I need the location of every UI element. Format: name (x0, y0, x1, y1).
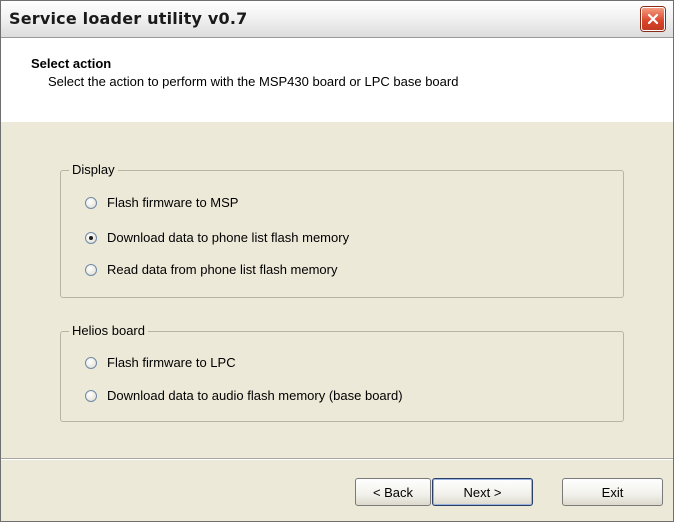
helios-group-legend: Helios board (69, 323, 148, 338)
radio-flash-firmware-lpc[interactable]: Flash firmware to LPC (85, 355, 236, 370)
display-group: Display Flash firmware to MSP Download d… (60, 162, 624, 298)
radio-label: Download data to phone list flash memory (107, 230, 350, 245)
footer-divider (1, 458, 673, 460)
header-subtitle: Select the action to perform with the MS… (48, 74, 459, 89)
radio-button[interactable] (85, 356, 97, 369)
display-group-legend: Display (69, 162, 118, 177)
radio-download-phone-list[interactable]: Download data to phone list flash memory (85, 230, 349, 245)
radio-label: Flash firmware to LPC (107, 355, 236, 370)
exit-button[interactable]: Exit (562, 478, 663, 506)
radio-flash-firmware-msp[interactable]: Flash firmware to MSP (85, 195, 238, 210)
title-bar[interactable]: Service loader utility v0.7 (1, 1, 673, 38)
radio-label: Download data to audio flash memory (bas… (107, 388, 403, 403)
radio-read-phone-list[interactable]: Read data from phone list flash memory (85, 262, 338, 277)
window-title: Service loader utility v0.7 (9, 9, 248, 28)
header-title: Select action (31, 56, 112, 71)
radio-download-audio-flash[interactable]: Download data to audio flash memory (bas… (85, 388, 403, 403)
dialog-window: Service loader utility v0.7 Select actio… (0, 0, 674, 522)
close-button[interactable] (641, 7, 665, 31)
radio-button-selected[interactable] (85, 231, 97, 244)
radio-label: Read data from phone list flash memory (107, 262, 338, 277)
radio-button[interactable] (85, 263, 97, 276)
close-icon (647, 13, 659, 25)
back-button[interactable]: < Back (355, 478, 431, 506)
wizard-header: Select action Select the action to perfo… (1, 38, 673, 122)
radio-label: Flash firmware to MSP (107, 195, 239, 210)
header-divider (1, 121, 673, 122)
radio-button[interactable] (85, 196, 97, 209)
radio-button[interactable] (85, 389, 97, 402)
next-button[interactable]: Next > (432, 478, 533, 506)
helios-board-group: Helios board Flash firmware to LPC Downl… (60, 323, 624, 422)
